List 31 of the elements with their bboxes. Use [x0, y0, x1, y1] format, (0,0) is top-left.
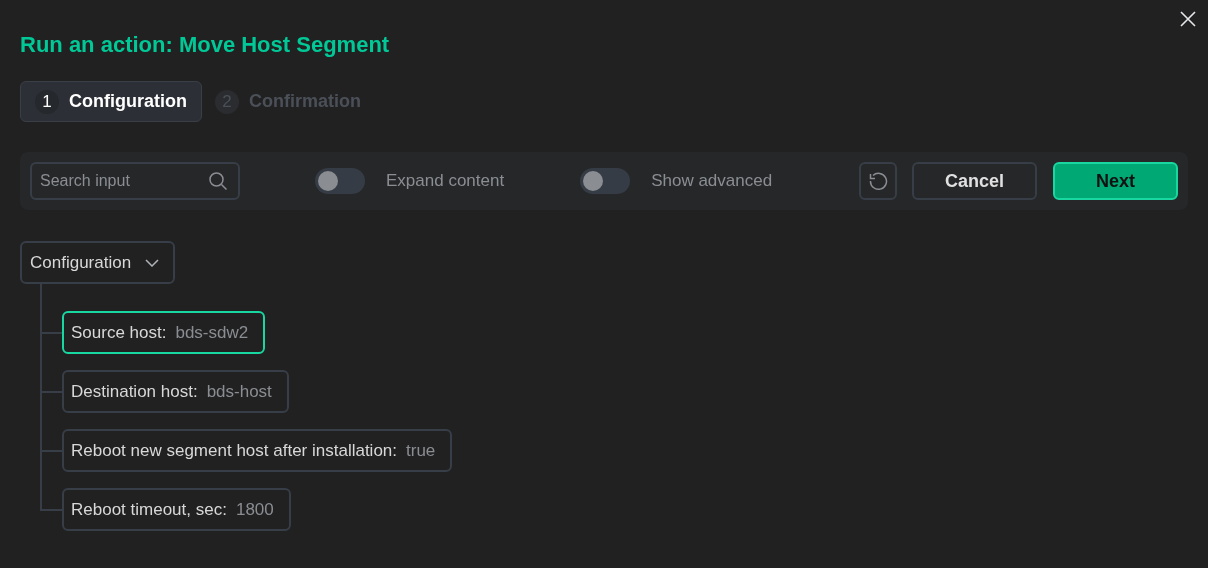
step-tab[interactable]: 1 Configuration: [20, 81, 202, 122]
next-button[interactable]: Next: [1053, 162, 1178, 200]
parameter-label: Source host:: [71, 321, 167, 344]
step-number: 1: [35, 89, 59, 114]
close-icon: [1179, 10, 1197, 28]
reset-button[interactable]: [859, 162, 897, 200]
step-label: Configuration: [69, 90, 187, 113]
group-label: Configuration: [30, 251, 132, 274]
search-icon: [208, 171, 228, 191]
parameter-item[interactable]: Source host: bds-sdw2: [62, 311, 266, 354]
dialog-title: Run an action: Move Host Segment: [20, 31, 391, 59]
parameter-value: bds-host: [206, 380, 272, 403]
parameter-value: true: [406, 439, 436, 462]
parameter-item[interactable]: Reboot timeout, sec: 1800: [62, 488, 291, 531]
close-button[interactable]: [1178, 9, 1198, 29]
parameter-label: Reboot timeout, sec:: [71, 498, 227, 521]
parameter-label: Reboot new segment host after installation:: [71, 439, 398, 462]
chevron-down-icon: [145, 258, 160, 267]
cancel-button[interactable]: Cancel: [912, 162, 1037, 200]
group-dropdown[interactable]: Configuration: [20, 241, 176, 284]
parameter-item[interactable]: Reboot new segment host after installation: true: [62, 429, 453, 472]
toggle-label: Expand content: [386, 170, 505, 193]
toggle-switch[interactable]: [580, 168, 631, 194]
toggle-label: Show advanced: [651, 170, 773, 193]
parameter-value: bds-sdw2: [175, 321, 249, 344]
search-field[interactable]: Search input: [30, 162, 240, 200]
toggle-switch[interactable]: [315, 168, 365, 194]
parameter-item[interactable]: Destination host: bds-host: [62, 370, 289, 413]
parameter-label: Destination host:: [71, 380, 198, 403]
parameter-value: 1800: [235, 498, 274, 521]
reset-icon: [868, 171, 888, 191]
